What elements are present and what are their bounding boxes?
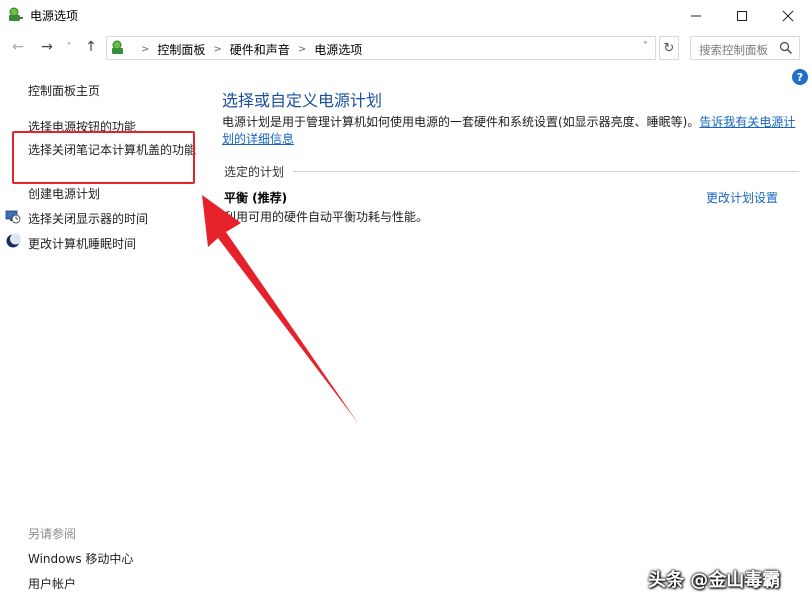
change-plan-settings-link[interactable]: 更改计划设置 <box>706 189 778 206</box>
forward-button[interactable]: → <box>36 36 58 58</box>
window-title: 电源选项 <box>30 9 79 23</box>
mobility-center-link[interactable]: Windows 移动中心 <box>28 550 133 567</box>
refresh-button[interactable]: ↻ <box>659 36 679 60</box>
back-button[interactable]: ← <box>7 36 29 58</box>
help-button[interactable]: ? <box>792 69 808 85</box>
sleep-time-link[interactable]: 更改计算机睡眠时间 <box>28 235 136 252</box>
minimize-icon <box>691 15 701 16</box>
see-also-header: 另请参阅 <box>28 527 77 541</box>
address-dropdown-icon[interactable]: ˅ <box>643 41 648 52</box>
control-panel-home-link[interactable]: 控制面板主页 <box>28 82 100 99</box>
watermark: 头条 @金山毒霸 <box>648 570 781 591</box>
maximize-button[interactable] <box>719 0 765 31</box>
breadcrumb-power-options[interactable]: 电源选项 <box>314 41 362 58</box>
close-button[interactable] <box>765 0 811 31</box>
selected-plans-header: 选定的计划 <box>224 165 285 179</box>
search-input[interactable]: 搜索控制面板 <box>699 42 768 58</box>
up-arrow-icon: ↑ <box>85 39 97 55</box>
up-button[interactable]: ↑ <box>80 36 102 58</box>
navigation-bar: ← → ˅ ↑ > 控制面板 > 硬件和声音 > 电源选项 ˅ ↻ 搜索控制面板 <box>0 33 812 61</box>
chevron-down-icon: ˅ <box>66 41 72 53</box>
control-panel-icon <box>112 40 123 54</box>
sleep-moon-icon <box>6 233 21 248</box>
recent-locations-button[interactable]: ˅ <box>62 36 76 58</box>
plan-name: 平衡 (推荐) <box>224 191 288 205</box>
minimize-button[interactable] <box>673 0 719 31</box>
create-plan-link[interactable]: 创建电源计划 <box>28 185 100 202</box>
description-text: 电源计划是用于管理计算机如何使用电源的一套硬件和系统设置(如显示器亮度、睡眠等)… <box>222 115 700 129</box>
annotation-highlight-box <box>12 131 195 184</box>
search-icon <box>779 41 792 54</box>
annotation-arrow <box>202 195 358 423</box>
title-bar: 电源选项 <box>0 0 812 31</box>
page-title: 选择或自定义电源计划 <box>222 91 383 110</box>
user-accounts-link[interactable]: 用户帐户 <box>28 575 76 592</box>
breadcrumb: > 控制面板 > 硬件和声音 > 电源选项 <box>133 41 362 58</box>
breadcrumb-hardware-sound[interactable]: 硬件和声音 <box>230 41 290 58</box>
plan-description: 利用可用的硬件自动平衡功耗与性能。 <box>224 210 429 224</box>
search-box[interactable]: 搜索控制面板 <box>690 36 800 60</box>
section-divider <box>293 171 799 172</box>
help-icon: ? <box>796 70 804 84</box>
breadcrumb-control-panel[interactable]: 控制面板 <box>157 41 205 58</box>
forward-arrow-icon: → <box>41 39 53 55</box>
breadcrumb-separator[interactable]: > <box>213 44 221 55</box>
display-off-time-link[interactable]: 选择关闭显示器的时间 <box>28 210 148 227</box>
close-icon <box>782 10 794 21</box>
address-bar[interactable]: > 控制面板 > 硬件和声音 > 电源选项 ˅ <box>106 36 656 60</box>
page-description: 电源计划是用于管理计算机如何使用电源的一套硬件和系统设置(如显示器亮度、睡眠等)… <box>222 114 802 148</box>
power-options-icon <box>9 7 23 21</box>
maximize-icon <box>737 10 747 21</box>
breadcrumb-separator: > <box>141 44 150 55</box>
breadcrumb-separator[interactable]: > <box>298 44 306 55</box>
back-arrow-icon: ← <box>12 39 24 55</box>
display-clock-icon <box>5 210 21 224</box>
refresh-icon: ↻ <box>663 40 675 56</box>
